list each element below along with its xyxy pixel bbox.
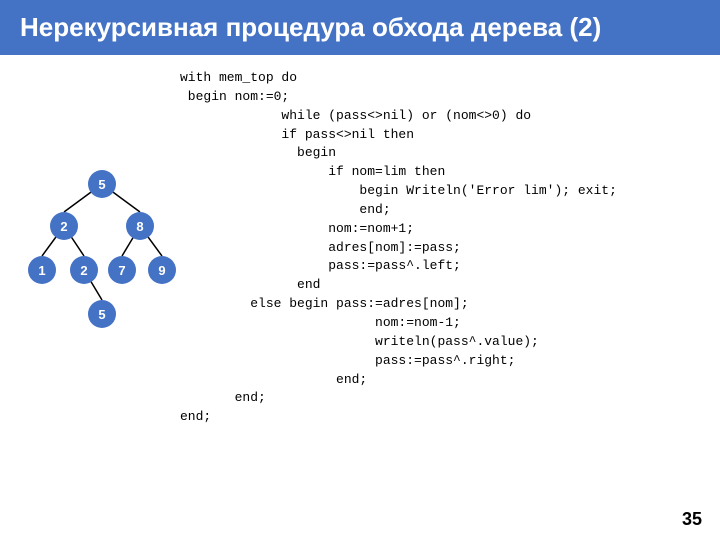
slide-content: 5 2 8 1 2 7 9 5 with mem_top do begin no…: [0, 55, 720, 437]
tree-node-9: 9: [148, 256, 176, 284]
tree-node-1: 1: [28, 256, 56, 284]
slide: Нерекурсивная процедура обхода дерева (2…: [0, 0, 720, 540]
tree-node-7: 7: [108, 256, 136, 284]
code-block: with mem_top do begin nom:=0; while (pas…: [180, 69, 700, 427]
slide-title: Нерекурсивная процедура обхода дерева (2…: [20, 12, 601, 43]
tree-node-5bot: 5: [88, 300, 116, 328]
page-number: 35: [682, 509, 702, 530]
tree-node-2right: 2: [70, 256, 98, 284]
tree-node-5top: 5: [88, 170, 116, 198]
tree-diagram: 5 2 8 1 2 7 9 5: [20, 170, 170, 370]
tree-node-8: 8: [126, 212, 154, 240]
slide-header: Нерекурсивная процедура обхода дерева (2…: [0, 0, 720, 55]
tree-node-2left: 2: [50, 212, 78, 240]
